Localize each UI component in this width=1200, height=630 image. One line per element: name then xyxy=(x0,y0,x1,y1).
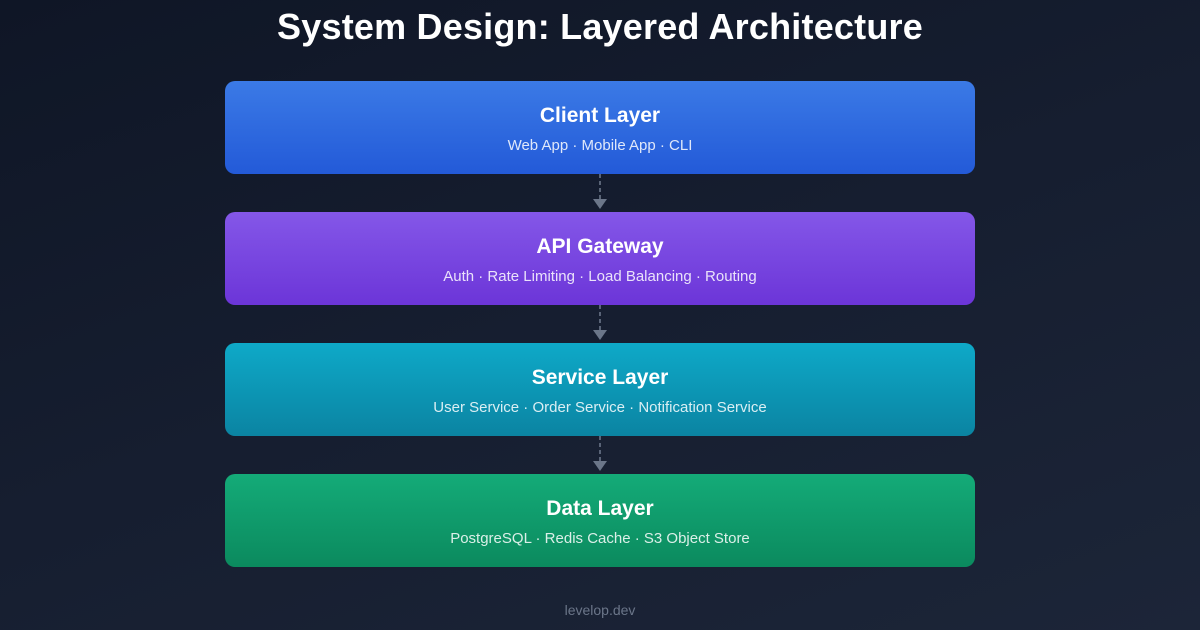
layer-components: User Service · Order Service · Notificat… xyxy=(433,399,767,416)
layer-components: PostgreSQL · Redis Cache · S3 Object Sto… xyxy=(450,530,750,547)
layer-components: Web App · Mobile App · CLI xyxy=(507,137,693,154)
layer-box-client: Client Layer Web App · Mobile App · CLI xyxy=(225,81,975,174)
layer-box-api-gateway: API Gateway Auth · Rate Limiting · Load … xyxy=(225,212,975,305)
diagram-title: System Design: Layered Architecture xyxy=(277,6,923,47)
layer-title: Data Layer xyxy=(546,497,654,520)
layer-title: API Gateway xyxy=(536,235,664,258)
footer-credit: levelop.dev xyxy=(564,602,636,618)
arrow-down-icon xyxy=(593,436,607,471)
layer-title: Client Layer xyxy=(539,104,661,127)
layer-box-service: Service Layer User Service · Order Servi… xyxy=(225,343,975,436)
arrow-down-icon xyxy=(593,174,607,209)
layer-title: Service Layer xyxy=(531,366,669,389)
arrow-down-icon xyxy=(593,305,607,340)
layer-components: Auth · Rate Limiting · Load Balancing · … xyxy=(443,268,757,285)
layer-box-data: Data Layer PostgreSQL · Redis Cache · S3… xyxy=(225,474,975,567)
